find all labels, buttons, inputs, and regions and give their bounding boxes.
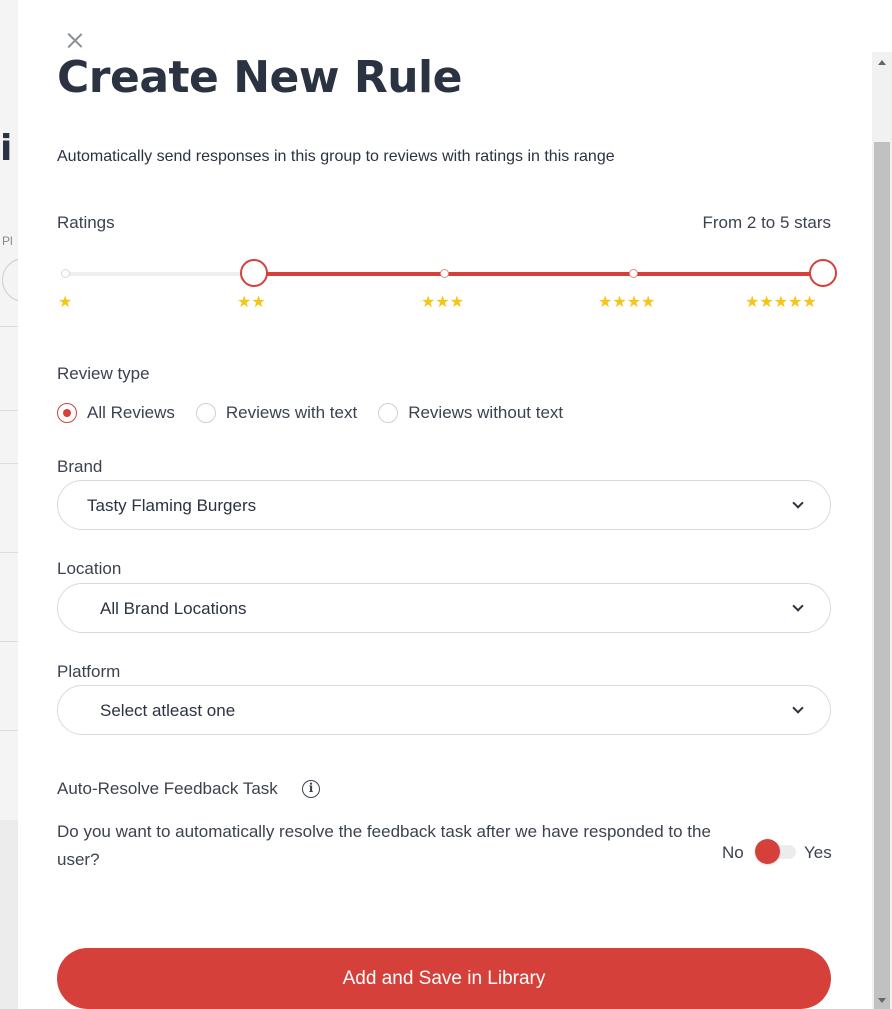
create-rule-modal: Create New Rule Automatically send respo… xyxy=(18,0,872,1009)
star-icon-5: ★★★★★ xyxy=(745,294,817,311)
platform-select-placeholder: Select atleast one xyxy=(100,701,236,720)
background-divider xyxy=(0,463,18,464)
background-divider xyxy=(0,410,18,411)
add-and-save-button[interactable]: Add and Save in Library xyxy=(57,948,831,1009)
chevron-down-icon xyxy=(792,600,804,612)
scroll-down-arrow-icon[interactable] xyxy=(878,998,886,1003)
chevron-down-icon xyxy=(792,497,804,509)
ratings-range-text: From 2 to 5 stars xyxy=(702,213,831,232)
slider-max-handle[interactable] xyxy=(809,259,837,287)
background-divider xyxy=(0,641,18,642)
star-icon-2: ★★ xyxy=(237,294,266,311)
star-icon-4: ★★★★ xyxy=(598,294,656,311)
radio-button[interactable] xyxy=(378,403,399,423)
modal-subtitle: Automatically send responses in this gro… xyxy=(57,148,615,165)
auto-resolve-label: Auto-Resolve Feedback Task xyxy=(57,779,278,798)
radio-button-checked[interactable] xyxy=(57,403,77,423)
brand-label: Brand xyxy=(57,457,103,476)
background-page: i Pl xyxy=(0,0,18,1009)
slider-min-handle[interactable] xyxy=(240,259,268,287)
toggle-knob[interactable] xyxy=(755,839,780,864)
radio-label: Reviews with text xyxy=(225,403,358,422)
radio-reviews-without-text[interactable]: Reviews without text xyxy=(378,403,563,423)
info-icon[interactable]: i xyxy=(302,780,320,798)
brand-select[interactable]: Tasty Flaming Burgers xyxy=(57,480,831,530)
slider-step-1[interactable] xyxy=(61,269,70,278)
platform-label: Platform xyxy=(57,662,121,681)
vertical-scrollbar[interactable] xyxy=(872,52,892,1009)
location-label: Location xyxy=(57,559,122,578)
review-type-label: Review type xyxy=(57,364,150,383)
background-footer xyxy=(0,820,18,1009)
brand-select-value: Tasty Flaming Burgers xyxy=(87,496,257,515)
background-divider xyxy=(0,730,18,731)
slider-selected-range xyxy=(254,272,823,276)
background-divider xyxy=(0,552,18,553)
radio-label: All Reviews xyxy=(87,403,175,422)
review-type-radio-group: All Reviews Reviews with text Reviews wi… xyxy=(57,403,584,423)
slider-step-4[interactable] xyxy=(629,269,638,278)
background-divider xyxy=(0,326,18,327)
scroll-up-arrow-icon[interactable] xyxy=(878,60,886,65)
toggle-no-label: No xyxy=(722,843,744,862)
scrollbar-thumb[interactable] xyxy=(874,142,890,1009)
background-title-fragment: i xyxy=(0,128,13,169)
chevron-down-icon xyxy=(792,702,804,714)
location-select[interactable]: All Brand Locations xyxy=(57,583,831,633)
radio-all-reviews[interactable]: All Reviews xyxy=(57,403,175,423)
background-label-fragment: Pl xyxy=(2,234,13,248)
ratings-label: Ratings xyxy=(57,213,115,232)
radio-label: Reviews without text xyxy=(408,403,564,422)
radio-button[interactable] xyxy=(195,403,216,423)
close-icon[interactable] xyxy=(66,31,84,49)
platform-select[interactable]: Select atleast one xyxy=(57,685,831,735)
auto-resolve-question: Do you want to automatically resolve the… xyxy=(57,822,711,869)
star-icon-1: ★ xyxy=(58,294,73,311)
radio-reviews-with-text[interactable]: Reviews with text xyxy=(195,403,358,423)
star-icon-3: ★★★ xyxy=(421,294,465,311)
toggle-yes-label: Yes xyxy=(804,843,832,862)
slider-step-3[interactable] xyxy=(440,269,449,278)
background-control-fragment xyxy=(2,258,18,302)
modal-title: Create New Rule xyxy=(57,52,462,103)
location-select-value: All Brand Locations xyxy=(100,599,247,618)
